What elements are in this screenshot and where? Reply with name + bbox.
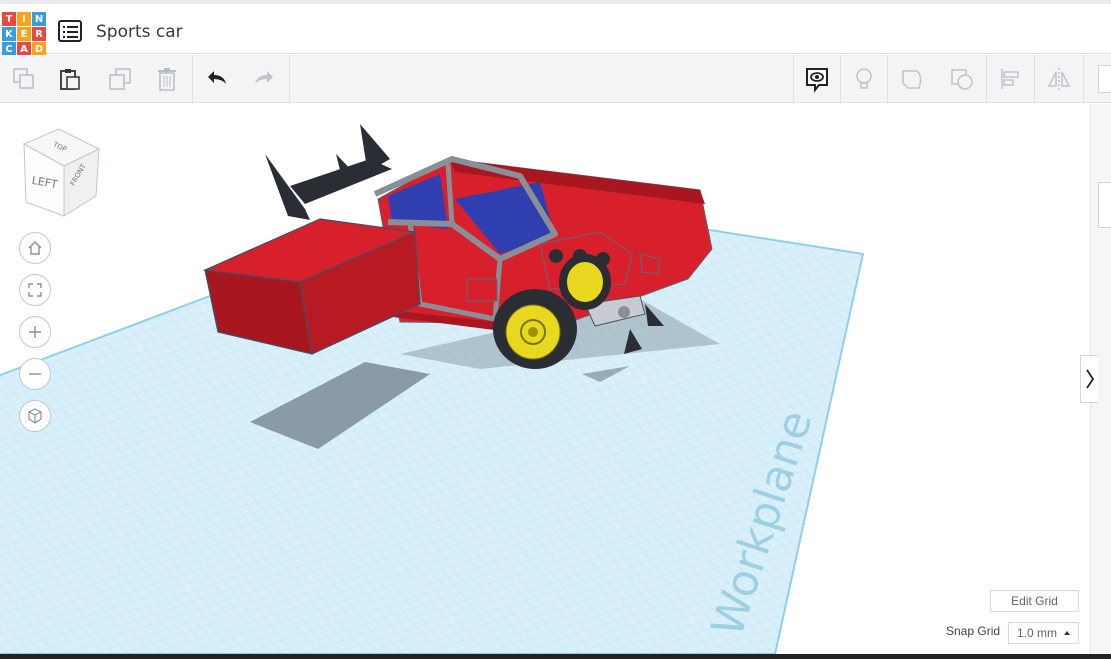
tinkercad-editor: TIN KER CAD Sports car Workplane TOP LEFT …: [0, 0, 1111, 659]
copy-button[interactable]: [1, 55, 47, 103]
zoom-out-icon: [29, 373, 41, 375]
home-view-button[interactable]: [19, 232, 51, 264]
zoom-in-icon: [29, 326, 41, 338]
fit-view-icon: [28, 283, 42, 297]
expand-panel-button[interactable]: [1080, 355, 1098, 403]
notes-visibility-button[interactable]: [794, 55, 840, 103]
wing-fin-right: [360, 124, 390, 166]
ortho-view-icon: [28, 408, 42, 424]
mirror-icon: [1047, 68, 1071, 90]
snap-grid-select[interactable]: 1.0 mm: [1008, 622, 1079, 644]
shape-icon: [902, 70, 922, 89]
duplicate-icon: [109, 68, 131, 90]
caret-up-icon: [1064, 631, 1070, 635]
delete-icon: [158, 68, 176, 91]
snap-grid-label: Snap Grid: [946, 624, 1001, 638]
bottom-strip: [0, 654, 1111, 659]
panel-edge-tab[interactable]: [1098, 182, 1111, 228]
logo-letter: D: [32, 42, 46, 56]
logo-letter: T: [2, 12, 16, 26]
hole-icon: [951, 69, 973, 90]
duplicate-button[interactable]: [97, 55, 143, 103]
fit-view-button[interactable]: [19, 274, 51, 306]
zoom-in-button[interactable]: [19, 316, 51, 348]
redo-icon: [255, 71, 273, 84]
align-button[interactable]: [988, 55, 1034, 103]
toolbar: [0, 55, 1111, 103]
tinkercad-logo[interactable]: TIN KER CAD: [2, 12, 46, 56]
undo-icon: [208, 71, 226, 84]
design-title[interactable]: Sports car: [96, 22, 183, 42]
rear-wheel: [559, 254, 611, 310]
logo-letter: E: [17, 27, 31, 41]
paste-icon: [60, 69, 80, 90]
shape-button[interactable]: [890, 55, 936, 103]
ortho-view-button[interactable]: [19, 400, 51, 432]
zoom-out-button[interactable]: [19, 358, 51, 390]
group-button[interactable]: [1098, 65, 1111, 93]
logo-letter: K: [2, 27, 16, 41]
design-list-button[interactable]: [58, 20, 82, 42]
top-bar: TIN KER CAD Sports car: [0, 0, 1111, 56]
redo-button[interactable]: [241, 55, 287, 103]
hole-button[interactable]: [939, 55, 985, 103]
paste-button[interactable]: [47, 55, 93, 103]
home-icon: [28, 241, 42, 255]
workplane-scene: Workplane: [0, 124, 865, 654]
logo-letter: C: [2, 42, 16, 56]
copy-icon: [13, 68, 34, 89]
exhaust: [466, 278, 498, 302]
notes-visibility-icon: [806, 68, 828, 93]
snap-grid-value: 1.0 mm: [1017, 626, 1058, 640]
mirror-button[interactable]: [1036, 55, 1082, 103]
lightbulb-button[interactable]: [841, 55, 887, 103]
logo-letter: R: [32, 27, 46, 41]
logo-letter: A: [17, 42, 31, 56]
undo-button[interactable]: [194, 55, 240, 103]
3d-viewport[interactable]: Workplane TOP LEFT FRONT: [0, 104, 1090, 654]
view-cube[interactable]: TOP LEFT FRONT: [14, 124, 104, 224]
lightbulb-icon: [856, 68, 872, 89]
edit-grid-button[interactable]: Edit Grid: [990, 590, 1079, 612]
chevron-right-icon: [1085, 369, 1094, 389]
logo-letter: I: [17, 12, 31, 26]
delete-button[interactable]: [144, 55, 190, 103]
logo-letter: N: [32, 12, 46, 26]
align-icon: [1001, 69, 1019, 89]
